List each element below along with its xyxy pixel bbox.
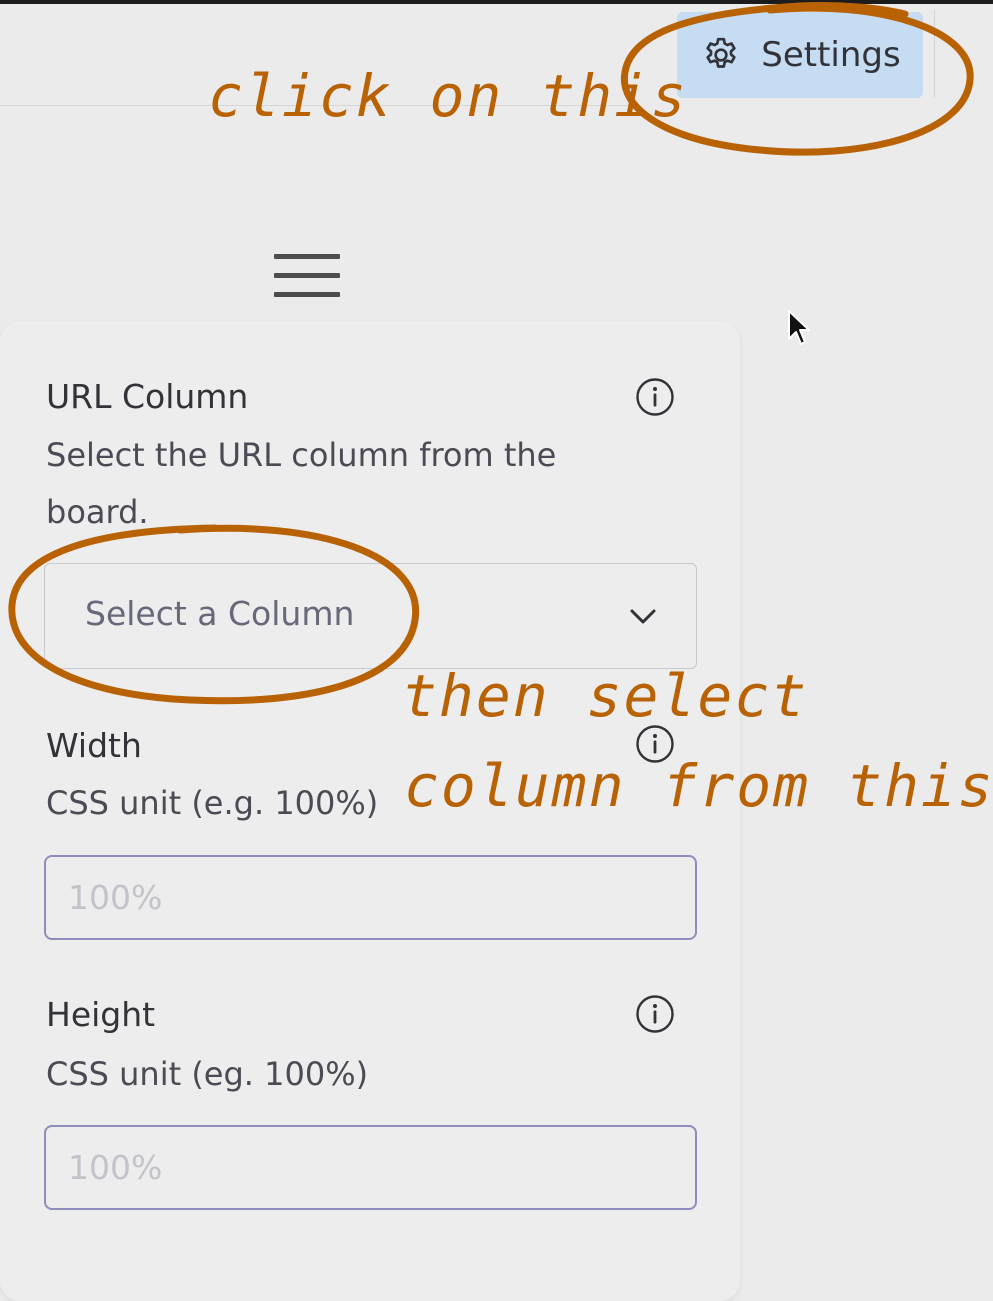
select-annotation-ellipse <box>8 524 420 705</box>
click-annotation-text: click on this <box>208 62 688 130</box>
select-annotation-line2: column from this <box>404 752 993 820</box>
select-annotation-line1: then select <box>402 662 809 730</box>
annotation-overlay <box>8 1 974 705</box>
